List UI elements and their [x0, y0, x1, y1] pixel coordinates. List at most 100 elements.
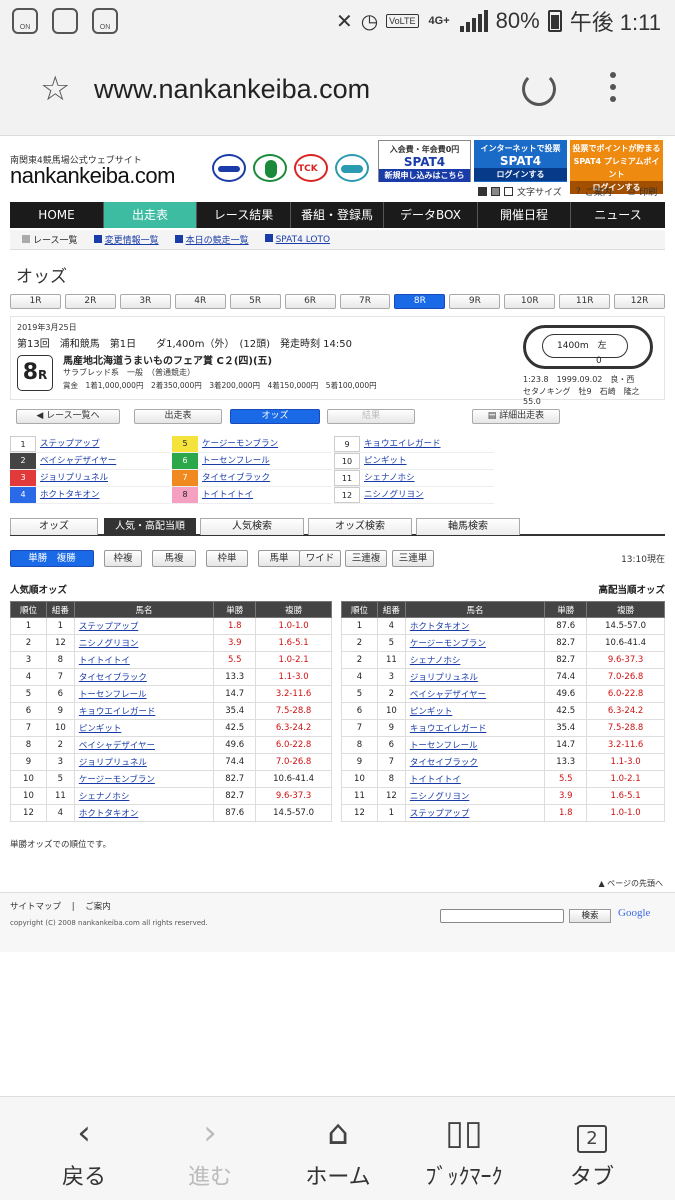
nav-home[interactable]: HOME: [10, 202, 104, 228]
horse-link[interactable]: シェナノホシ: [360, 470, 494, 486]
nav-results[interactable]: レース結果: [197, 202, 291, 228]
result-button[interactable]: 結果: [327, 409, 415, 424]
tab-race-3[interactable]: 3R: [119, 294, 171, 309]
guide-link[interactable]: ? ご案内: [576, 185, 612, 199]
bet-trifecta[interactable]: 三連単: [392, 550, 434, 567]
tab-race-7[interactable]: 7R: [339, 294, 391, 309]
search-input[interactable]: [440, 909, 564, 923]
home-button[interactable]: ⌂ ホーム: [288, 1111, 388, 1191]
horse-link[interactable]: ベイシャデザイヤー: [36, 453, 170, 469]
tab-race-8[interactable]: 8R: [394, 294, 446, 309]
tab-race-4[interactable]: 4R: [174, 294, 226, 309]
tab-race-2[interactable]: 2R: [64, 294, 116, 309]
cell-horse[interactable]: トイトイトイ: [73, 651, 215, 669]
bookmark-star-icon[interactable]: ☆: [40, 72, 70, 106]
nav-programs[interactable]: 番組・登録馬: [291, 202, 384, 228]
font-medium-icon[interactable]: [491, 187, 500, 196]
oi-racecourse-logo-icon[interactable]: [212, 154, 246, 182]
font-small-icon[interactable]: [504, 187, 513, 196]
cell-horse[interactable]: ベイシャデザイヤー: [404, 685, 546, 703]
tck-logo-icon[interactable]: [294, 154, 328, 182]
cell-horse[interactable]: シェナノホシ: [73, 787, 215, 805]
horse-link[interactable]: ジョリプリュネル: [36, 470, 170, 486]
tab-race-12[interactable]: 12R: [614, 294, 666, 309]
site-logo[interactable]: nankankeiba.com: [10, 163, 175, 189]
tab-odds-search[interactable]: オッズ検索: [308, 518, 412, 535]
print-link[interactable]: ⎙ 印刷: [628, 185, 657, 199]
tab-popularity[interactable]: 人気・高配当順: [104, 518, 196, 535]
cell-horse[interactable]: ケージーモンブラン: [73, 770, 215, 788]
tab-race-6[interactable]: 6R: [284, 294, 336, 309]
bet-bracket-quinella[interactable]: 枠複: [104, 550, 142, 567]
cell-horse[interactable]: ホクトタキオン: [73, 804, 215, 822]
nav-news[interactable]: ニュース: [571, 202, 665, 228]
cell-horse[interactable]: ニシノグリヨン: [73, 634, 215, 652]
subnav-race-list[interactable]: レース一覧: [22, 233, 78, 246]
kawasaki-racecourse-logo-icon[interactable]: [253, 154, 287, 182]
tab-race-10[interactable]: 10R: [504, 294, 556, 309]
tabs-button[interactable]: 2 タブ: [542, 1111, 642, 1191]
tab-popularity-search[interactable]: 人気検索: [200, 518, 304, 535]
bet-quinella[interactable]: 馬複: [152, 550, 196, 567]
guide-footer-link[interactable]: ご案内: [85, 902, 111, 912]
odds-button[interactable]: オッズ: [230, 409, 320, 424]
cell-horse[interactable]: トーセンフレール: [404, 736, 546, 754]
font-large-icon[interactable]: [478, 187, 487, 196]
cell-horse[interactable]: ケージーモンブラン: [404, 634, 546, 652]
spat4-login-banner[interactable]: インターネットで投票 SPAT4 ログインする: [474, 140, 567, 182]
cell-horse[interactable]: ステップアップ: [73, 617, 215, 635]
tab-odds[interactable]: オッズ: [10, 518, 98, 535]
cell-horse[interactable]: シェナノホシ: [404, 651, 546, 669]
tab-axis-search[interactable]: 軸馬検索: [416, 518, 520, 535]
horse-link[interactable]: ホクトタキオン: [36, 487, 170, 503]
search-button[interactable]: 検索: [569, 909, 611, 923]
nav-databox[interactable]: データBOX: [384, 202, 478, 228]
horse-link[interactable]: トイトイトイ: [198, 487, 332, 503]
reload-icon[interactable]: [522, 72, 556, 106]
sitemap-link[interactable]: サイトマップ: [10, 902, 61, 912]
cell-horse[interactable]: ジョリプリュネル: [404, 668, 546, 686]
back-button[interactable]: ‹ 戻る: [34, 1111, 134, 1191]
entries-button[interactable]: 出走表: [134, 409, 222, 424]
bet-win-place[interactable]: 単勝 複勝: [10, 550, 94, 567]
funabashi-racecourse-logo-icon[interactable]: [335, 154, 369, 182]
bet-wide[interactable]: ワイド: [299, 550, 341, 567]
cell-horse[interactable]: ジョリプリュネル: [73, 753, 215, 771]
cell-horse[interactable]: トーセンフレール: [73, 685, 215, 703]
bet-exacta[interactable]: 馬単: [258, 550, 300, 567]
cell-horse[interactable]: ステップアップ: [404, 804, 546, 822]
cell-horse[interactable]: ホクトタキオン: [404, 617, 546, 635]
subnav-today[interactable]: 本日の競走一覧: [174, 233, 249, 246]
horse-link[interactable]: ケージーモンブラン: [198, 436, 332, 452]
tab-race-11[interactable]: 11R: [559, 294, 611, 309]
race-list-button[interactable]: ◀ レース一覧へ: [16, 409, 120, 424]
horse-link[interactable]: ニシノグリヨン: [360, 487, 494, 503]
horse-link[interactable]: トーセンフレール: [198, 453, 332, 469]
font-size-control[interactable]: 文字サイズ: [478, 185, 562, 198]
bet-trio[interactable]: 三連複: [345, 550, 387, 567]
nav-entries[interactable]: 出走表: [104, 202, 197, 228]
forward-button[interactable]: › 進む: [160, 1111, 260, 1191]
cell-horse[interactable]: ベイシャデザイヤー: [73, 736, 215, 754]
subnav-changes[interactable]: 変更情報一覧: [93, 233, 159, 246]
bet-bracket-exacta[interactable]: 枠単: [206, 550, 248, 567]
spat4-premium-banner[interactable]: 投票でポイントが貯まる SPAT4 プレミアムポイント ログインする: [570, 140, 663, 194]
horse-link[interactable]: ステップアップ: [36, 436, 170, 452]
cell-horse[interactable]: ピンギット: [404, 702, 546, 720]
tab-race-9[interactable]: 9R: [449, 294, 501, 309]
cell-horse[interactable]: ニシノグリヨン: [404, 787, 546, 805]
tab-race-1[interactable]: 1R: [10, 294, 61, 309]
cell-horse[interactable]: キョウエイレガード: [404, 719, 546, 737]
cell-horse[interactable]: トイトイトイ: [404, 770, 546, 788]
tab-race-5[interactable]: 5R: [229, 294, 281, 309]
horse-link[interactable]: タイセイブラック: [198, 470, 332, 486]
cell-horse[interactable]: タイセイブラック: [73, 668, 215, 686]
subnav-loto[interactable]: SPAT4 LOTO: [264, 234, 330, 245]
horse-link[interactable]: キョウエイレガード: [360, 436, 494, 452]
horse-link[interactable]: ピンギット: [360, 453, 494, 469]
cell-horse[interactable]: ピンギット: [73, 719, 215, 737]
spat4-signup-banner[interactable]: 入会費・年会費0円 SPAT4 新規申し込みはこちら: [378, 140, 471, 182]
bookmarks-button[interactable]: ▯▯ ﾌﾞｯｸﾏｰｸ: [414, 1111, 514, 1191]
detail-entries-button[interactable]: ▤ 詳細出走表: [472, 409, 560, 424]
page-top-link[interactable]: ▲ ページの先頭へ: [598, 878, 663, 889]
